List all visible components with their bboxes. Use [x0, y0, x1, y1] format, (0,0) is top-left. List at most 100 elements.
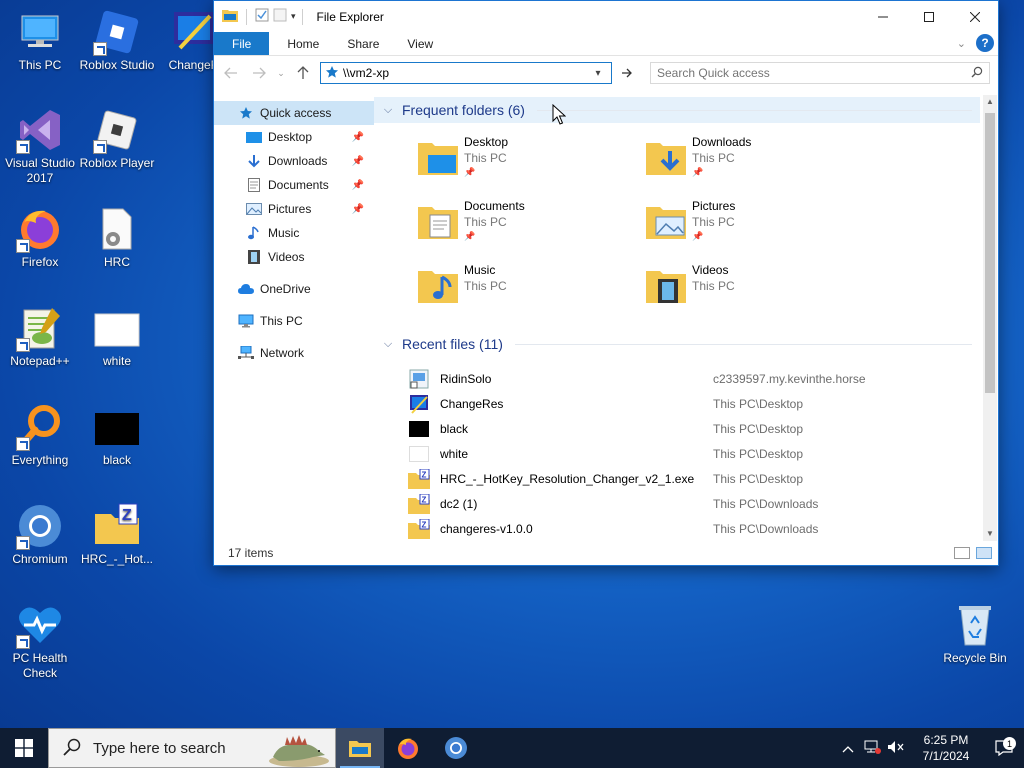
recent-file-path: This PC\Desktop: [713, 447, 804, 461]
window-controls: [860, 1, 998, 32]
expand-ribbon-icon[interactable]: ⌄: [957, 37, 966, 50]
frequent-folders-header[interactable]: ⌵ Frequent folders (6): [374, 97, 980, 123]
desktop-icon-black[interactable]: black: [77, 403, 157, 468]
desktop-icon-recycle-bin[interactable]: Recycle Bin: [935, 601, 1015, 666]
folder-tile-downloads[interactable]: Downloads This PC 📌: [644, 135, 864, 191]
recent-files-header[interactable]: ⌵ Recent files (11): [374, 331, 980, 357]
properties-icon[interactable]: [255, 8, 269, 25]
forward-button[interactable]: [248, 62, 270, 84]
search-icon: [971, 66, 983, 81]
nav-item-onedrive[interactable]: OneDrive: [214, 277, 374, 301]
folder-location: This PC: [464, 151, 507, 165]
chevron-down-icon: ⌵: [383, 337, 393, 350]
nav-item-pictures[interactable]: Pictures 📌: [214, 197, 374, 221]
group-divider: [514, 343, 972, 345]
desktop-icon-everything[interactable]: Everything: [0, 403, 80, 468]
folder-tile-music[interactable]: Music This PC: [416, 263, 636, 319]
address-dropdown-icon[interactable]: ▾: [589, 68, 607, 79]
pin-icon[interactable]: 📌: [352, 156, 364, 167]
pin-icon[interactable]: 📌: [352, 132, 364, 143]
minimize-button[interactable]: [860, 1, 906, 32]
tab-file[interactable]: File: [214, 32, 270, 55]
this-pc-icon: [16, 8, 64, 56]
nav-item-quick-access[interactable]: Quick access: [214, 101, 374, 125]
desktop-icon-visual-studio[interactable]: Visual Studio 2017: [0, 106, 80, 186]
firefox-icon: [16, 205, 64, 253]
pin-icon[interactable]: 📌: [352, 180, 364, 191]
taskbar-app-chromium[interactable]: [432, 728, 480, 768]
notification-center-button[interactable]: 1: [984, 737, 1024, 756]
desktop-icon-roblox-studio[interactable]: Roblox Studio: [77, 8, 157, 73]
clock[interactable]: 6:25 PM 7/1/2024: [908, 732, 984, 764]
back-button[interactable]: [220, 62, 242, 84]
taskbar-app-file-explorer[interactable]: [336, 728, 384, 768]
up-button[interactable]: [292, 62, 314, 84]
desktop-icon-white[interactable]: white: [77, 304, 157, 369]
desktop-icon-chromium[interactable]: Chromium: [0, 502, 80, 567]
maximize-button[interactable]: [906, 1, 952, 32]
content-scrollbar[interactable]: ▲ ▼: [983, 95, 997, 541]
desktop-icon-notepadpp[interactable]: Notepad++: [0, 304, 80, 369]
tab-view[interactable]: View: [393, 32, 447, 55]
address-input[interactable]: [343, 66, 589, 80]
network-icon: [238, 345, 254, 361]
nav-item-music[interactable]: Music: [214, 221, 374, 245]
shortcut-file-icon: [408, 368, 430, 390]
shortcut-arrow-icon: [16, 239, 30, 253]
desktop-icon-hrc-zip[interactable]: Z HRC_-_Hot...: [77, 502, 157, 567]
folder-tile-desktop[interactable]: Desktop This PC 📌: [416, 135, 636, 191]
recent-file-row[interactable]: black This PC\Desktop: [408, 417, 968, 441]
scrollbar-thumb[interactable]: [985, 113, 995, 393]
pin-icon[interactable]: 📌: [352, 204, 364, 215]
close-button[interactable]: [952, 1, 998, 32]
nav-item-this-pc[interactable]: This PC: [214, 309, 374, 333]
tab-home[interactable]: Home: [273, 32, 333, 55]
desktop-icon-pc-health-check[interactable]: PC Health Check: [0, 601, 80, 681]
tab-share[interactable]: Share: [333, 32, 393, 55]
customize-toolbar-icon[interactable]: ▾: [291, 11, 296, 22]
recent-file-name: HRC_-_HotKey_Resolution_Changer_v2_1.exe: [440, 472, 695, 486]
desktop-icon-this-pc[interactable]: This PC: [0, 8, 80, 73]
group-header-label: Recent files (11): [402, 336, 503, 352]
desktop-icon-hrc[interactable]: HRC: [77, 205, 157, 270]
quick-access-toolbar: ▾: [222, 8, 296, 25]
new-folder-icon[interactable]: [273, 8, 287, 25]
search-box[interactable]: [650, 62, 990, 84]
desktop-folder-icon: [416, 135, 460, 179]
folder-tile-documents[interactable]: Documents This PC 📌: [416, 199, 636, 255]
chevron-up-icon[interactable]: [836, 741, 860, 756]
recent-file-row[interactable]: RidinSolo c2339597.my.kevinthe.horse: [408, 367, 968, 391]
taskbar-app-firefox[interactable]: [384, 728, 432, 768]
desktop-icon-roblox-player[interactable]: Roblox Player: [77, 106, 157, 171]
folder-tile-pictures[interactable]: Pictures This PC 📌: [644, 199, 864, 255]
recent-locations-button[interactable]: ⌄: [276, 62, 286, 84]
recent-file-row[interactable]: Z HRC_-_HotKey_Resolution_Changer_v2_1.e…: [408, 467, 968, 491]
network-status-icon[interactable]: [860, 740, 884, 757]
search-input[interactable]: [657, 66, 971, 80]
folder-tile-videos[interactable]: Videos This PC: [644, 263, 864, 319]
nav-item-desktop[interactable]: Desktop 📌: [214, 125, 374, 149]
start-button[interactable]: [0, 728, 48, 768]
scroll-down-arrow-icon[interactable]: ▼: [983, 527, 997, 541]
large-icons-view-icon[interactable]: [976, 547, 992, 559]
help-icon[interactable]: ?: [976, 34, 994, 52]
nav-item-documents[interactable]: Documents 📌: [214, 173, 374, 197]
taskbar-search-box[interactable]: Type here to search: [48, 728, 336, 768]
recent-file-row[interactable]: ChangeRes This PC\Desktop: [408, 392, 968, 416]
go-button[interactable]: [618, 62, 636, 84]
nav-item-network[interactable]: Network: [214, 341, 374, 365]
recent-file-row[interactable]: Z dc2 (1) This PC\Downloads: [408, 492, 968, 516]
desktop-icon-firefox[interactable]: Firefox: [0, 205, 80, 270]
nav-item-videos[interactable]: Videos: [214, 245, 374, 269]
volume-muted-icon[interactable]: [884, 740, 908, 757]
recent-file-path: This PC\Downloads: [713, 522, 819, 536]
address-bar[interactable]: ▾: [320, 62, 612, 84]
details-view-icon[interactable]: [954, 547, 970, 559]
recent-file-row[interactable]: Z changeres-v1.0.0 This PC\Downloads: [408, 517, 968, 541]
window-title: File Explorer: [316, 9, 384, 24]
recent-file-row[interactable]: white This PC\Desktop: [408, 442, 968, 466]
shortcut-arrow-icon: [93, 42, 107, 56]
firefox-icon: [398, 738, 418, 759]
nav-item-downloads[interactable]: Downloads 📌: [214, 149, 374, 173]
scroll-up-arrow-icon[interactable]: ▲: [983, 95, 997, 109]
